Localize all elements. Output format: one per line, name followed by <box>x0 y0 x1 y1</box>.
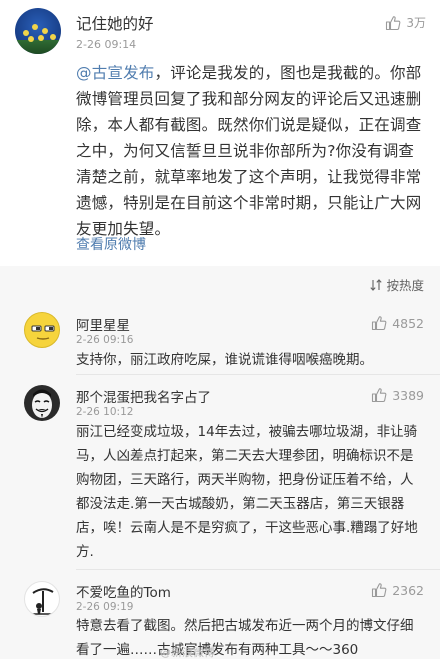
sort-by-heat-button[interactable]: 按热度 <box>370 275 424 294</box>
weibo-watermark: @新浪微博 <box>160 646 215 659</box>
comment-like-button[interactable]: 3389 <box>371 387 424 403</box>
comment-item: 不爱吃鱼的Tom 2-26 09:19 2362 特意去看了截图。然后把古城发布… <box>0 576 440 659</box>
thumbs-up-icon <box>372 583 387 598</box>
commenter-avatar[interactable] <box>24 385 60 421</box>
thumbs-up-icon <box>372 388 387 403</box>
view-original-link[interactable]: 查看原微博 <box>76 234 146 254</box>
post-text: ，评论是我发的，图也是我截的。你部微博管理员回复了我和部分网友的评论后又迅速删除… <box>76 64 422 238</box>
post-time: 2-26 09:14 <box>76 38 137 51</box>
main-post: 记住她的好 2-26 09:14 3万 @古宣发布，评论是我发的，图也是我截的。… <box>0 0 440 266</box>
commenter-name[interactable]: 那个混蛋把我名字占了 <box>76 386 211 406</box>
commenter-avatar[interactable] <box>24 312 60 348</box>
comment-time: 2-26 10:12 <box>76 406 134 418</box>
comment-like-button[interactable]: 4852 <box>371 315 424 331</box>
comment-text: 支持你，丽江政府吃屎，谁说谎谁得咽喉癌晚期。 <box>76 352 373 368</box>
sort-icon <box>370 278 383 291</box>
thumbs-up-icon <box>372 316 387 331</box>
comment-like-count: 2362 <box>392 582 424 598</box>
comment-item: 阿里星星 2-26 09:16 4852 支持你，丽江政府吃屎，谁说谎谁得咽喉癌… <box>0 306 440 370</box>
commenter-name[interactable]: 阿里星星 <box>76 314 130 334</box>
post-body: @古宣发布，评论是我发的，图也是我截的。你部微博管理员回复了我和部分网友的评论后… <box>76 60 426 242</box>
comment-text: 丽江已经变成垃圾，14年去过，被骗去哪垃圾湖，非让骑马，人凶差点打起来，第二天去… <box>76 424 418 560</box>
smiley-face-icon <box>31 325 55 340</box>
comment-like-button[interactable]: 2362 <box>371 582 424 598</box>
comment-divider <box>76 374 440 375</box>
comment-text: 特意去看了截图。然后把古城发布近一两个月的博文仔细看了一遍……古城官博发布有两种… <box>76 618 414 658</box>
author-name[interactable]: 记住她的好 <box>76 12 154 34</box>
mention-link[interactable]: @古宣发布 <box>76 64 155 82</box>
comment-time: 2-26 09:19 <box>76 601 134 613</box>
tree-silhouette-icon <box>31 588 55 615</box>
comment-time: 2-26 09:16 <box>76 334 134 346</box>
sort-label: 按热度 <box>386 278 424 293</box>
guy-fawkes-mask-icon <box>32 389 52 418</box>
comment-item: 那个混蛋把我名字占了 2-26 10:12 3389 丽江已经变成垃圾，14年去… <box>0 380 440 570</box>
comment-divider <box>76 569 440 570</box>
commenter-name[interactable]: 不爱吃鱼的Tom <box>76 581 171 601</box>
avatar-grass <box>15 40 61 54</box>
comment-like-count: 4852 <box>392 315 424 331</box>
comment-like-count: 3389 <box>392 387 424 403</box>
post-like-button[interactable]: 3万 <box>385 14 426 31</box>
author-avatar[interactable] <box>15 8 61 54</box>
comments-section: 按热度 阿里星星 2-26 09:16 4852 支持你，丽江政府吃屎，谁说谎谁… <box>0 266 440 659</box>
commenter-avatar[interactable] <box>24 581 60 617</box>
thumbs-up-icon <box>386 15 401 30</box>
post-like-count: 3万 <box>406 16 426 30</box>
